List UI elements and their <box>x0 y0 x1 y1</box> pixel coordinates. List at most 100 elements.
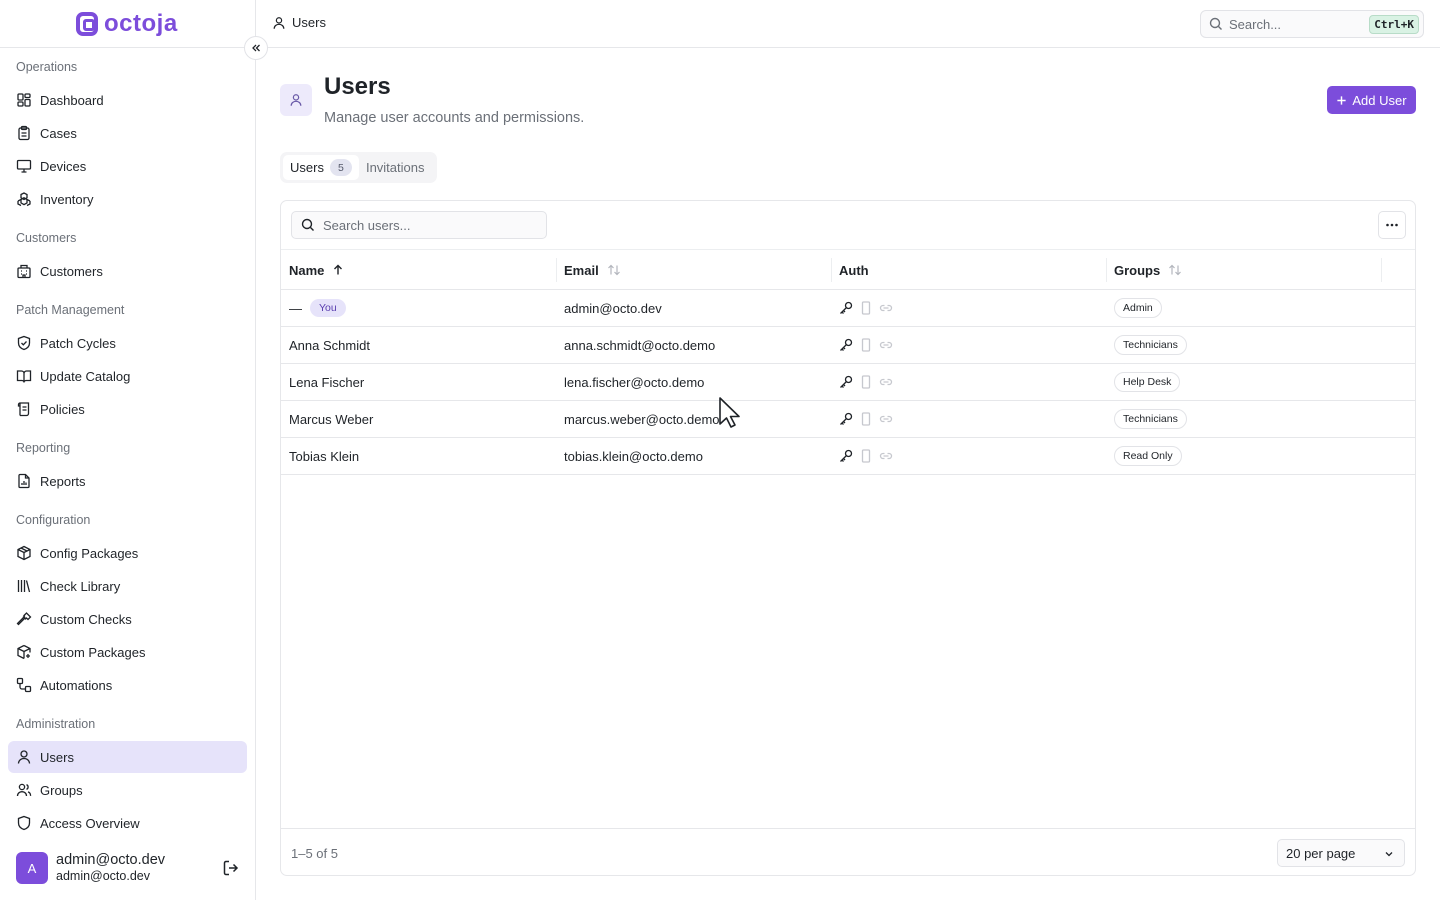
sort-icon <box>607 264 620 276</box>
shortcut-hint: Ctrl+K <box>1369 15 1419 34</box>
sidebar-item-custom-packages[interactable]: Custom Packages <box>8 636 247 668</box>
sidebar-item-update-catalog[interactable]: Update Catalog <box>8 360 247 392</box>
search-icon <box>301 218 314 231</box>
page-subtitle: Manage user accounts and permissions. <box>324 110 585 126</box>
table-header: Name Email Auth Groups <box>281 249 1415 290</box>
cell-name: Anna Schmidt <box>289 337 370 353</box>
sidebar-item-label: Policies <box>40 401 85 417</box>
table-row[interactable]: — You admin@octo.dev Admin <box>281 290 1415 327</box>
sidebar-item-label: Inventory <box>40 191 94 207</box>
key-icon <box>840 338 853 351</box>
package-plus-icon <box>17 644 31 660</box>
pagination-range: 1–5 of 5 <box>291 846 338 861</box>
user-search-placeholder: Search users... <box>323 217 411 233</box>
sort-icon <box>1169 264 1182 276</box>
sidebar-item-label: Check Library <box>40 578 121 594</box>
sidebar-item-automations[interactable]: Automations <box>8 669 247 701</box>
user-icon <box>290 94 302 106</box>
tab-invitations[interactable]: Invitations <box>359 155 432 180</box>
cell-groups: Technicians <box>1106 327 1381 363</box>
cell-auth <box>831 438 1106 474</box>
user-name-cell: — <box>289 300 302 316</box>
sidebar-item-patch-cycles[interactable]: Patch Cycles <box>8 327 247 359</box>
more-options-button[interactable] <box>1378 211 1406 239</box>
sidebar-item-access-overview[interactable]: Access Overview <box>8 807 247 839</box>
global-search-input[interactable]: Search... Ctrl+K <box>1200 10 1424 38</box>
sidebar-item-label: Groups <box>40 782 83 798</box>
column-label: Name <box>289 262 325 278</box>
sidebar-item-check-library[interactable]: Check Library <box>8 570 247 602</box>
sidebar-item-reports[interactable]: Reports <box>8 465 247 497</box>
logout-icon[interactable] <box>222 859 240 877</box>
sidebar-item-label: Devices <box>40 158 87 174</box>
octoja-logo-icon <box>76 12 98 36</box>
sidebar-item-label: Cases <box>40 125 77 141</box>
table-row[interactable]: Lena Fischer lena.fischer@octo.demo Help… <box>281 364 1415 401</box>
cell-name: Tobias Klein <box>289 448 360 464</box>
table-row[interactable]: Anna Schmidt anna.schmidt@octo.demo Tech… <box>281 327 1415 364</box>
brand-name: octoja <box>104 10 178 37</box>
cell-groups: Technicians <box>1106 401 1381 437</box>
sidebar-item-dashboard[interactable]: Dashboard <box>8 84 247 116</box>
current-user[interactable]: A admin@octo.dev admin@octo.dev <box>16 852 246 884</box>
cell-groups: Read Only <box>1106 438 1381 474</box>
per-page-select[interactable]: 20 per page <box>1277 839 1405 867</box>
column-header-email[interactable]: Email <box>556 250 831 290</box>
hammer-icon <box>16 612 32 626</box>
key-icon <box>840 412 853 425</box>
cell-email: admin@octo.dev <box>564 300 662 316</box>
sidebar-item-label: Users <box>40 749 74 765</box>
shield-icon <box>17 815 31 831</box>
nav-section-patch-management: Patch Management <box>16 303 125 317</box>
link-icon <box>879 378 893 386</box>
column-header-name[interactable]: Name <box>281 250 556 290</box>
sidebar-item-label: Config Packages <box>40 545 139 561</box>
dashboard-icon <box>17 93 31 107</box>
scroll-icon <box>17 402 30 417</box>
sidebar-item-policies[interactable]: Policies <box>8 393 247 425</box>
chevrons-left-icon <box>252 44 260 52</box>
shield-check-icon <box>17 335 31 351</box>
you-badge: You <box>310 299 346 317</box>
sidebar-item-config-packages[interactable]: Config Packages <box>8 537 247 569</box>
sidebar-item-label: Access Overview <box>40 815 140 831</box>
chevron-down-icon <box>1385 852 1393 857</box>
sidebar-item-groups[interactable]: Groups <box>8 774 247 806</box>
nav-section-reporting: Reporting <box>16 441 71 455</box>
table-row[interactable]: Tobias Klein tobias.klein@octo.demo Read… <box>281 438 1415 475</box>
tab-users[interactable]: Users 5 <box>283 155 359 180</box>
device-icon <box>861 301 871 315</box>
device-icon <box>861 449 871 463</box>
library-icon <box>17 580 31 593</box>
column-label: Email <box>564 262 599 278</box>
add-user-button[interactable]: Add User <box>1327 86 1416 114</box>
nav-section-configuration: Configuration <box>16 513 91 527</box>
table-row[interactable]: Marcus Weber marcus.weber@octo.demo Tech… <box>281 401 1415 438</box>
global-search-placeholder: Search... <box>1229 16 1282 32</box>
sidebar-item-users[interactable]: Users <box>8 741 247 773</box>
per-page-value: 20 per page <box>1286 845 1356 861</box>
sidebar-item-cases[interactable]: Cases <box>8 117 247 149</box>
device-icon <box>861 338 871 352</box>
brand-logo[interactable]: octoja <box>76 10 178 37</box>
sidebar-collapse-button[interactable] <box>244 36 268 60</box>
tab-label: Invitations <box>365 160 425 175</box>
user-search-input[interactable]: Search users... <box>291 211 547 239</box>
user-email: admin@octo.dev <box>56 869 150 884</box>
sidebar-item-custom-checks[interactable]: Custom Checks <box>8 603 247 635</box>
breadcrumb-current: Users <box>292 15 326 30</box>
tab-list: Users 5 Invitations <box>280 152 437 183</box>
cell-auth <box>831 290 1106 326</box>
sidebar-item-customers[interactable]: Customers <box>8 255 247 287</box>
cell-name: — You <box>281 290 556 326</box>
sidebar-item-label: Dashboard <box>40 92 104 108</box>
arrow-up-icon <box>334 264 343 275</box>
link-icon <box>879 452 893 460</box>
book-open-icon <box>16 370 32 383</box>
boxes-icon <box>17 192 31 207</box>
column-header-groups[interactable]: Groups <box>1106 250 1381 290</box>
sidebar-item-devices[interactable]: Devices <box>8 150 247 182</box>
key-icon <box>840 375 853 388</box>
cell-email: lena.fischer@octo.demo <box>564 374 705 390</box>
sidebar-item-inventory[interactable]: Inventory <box>8 183 247 215</box>
